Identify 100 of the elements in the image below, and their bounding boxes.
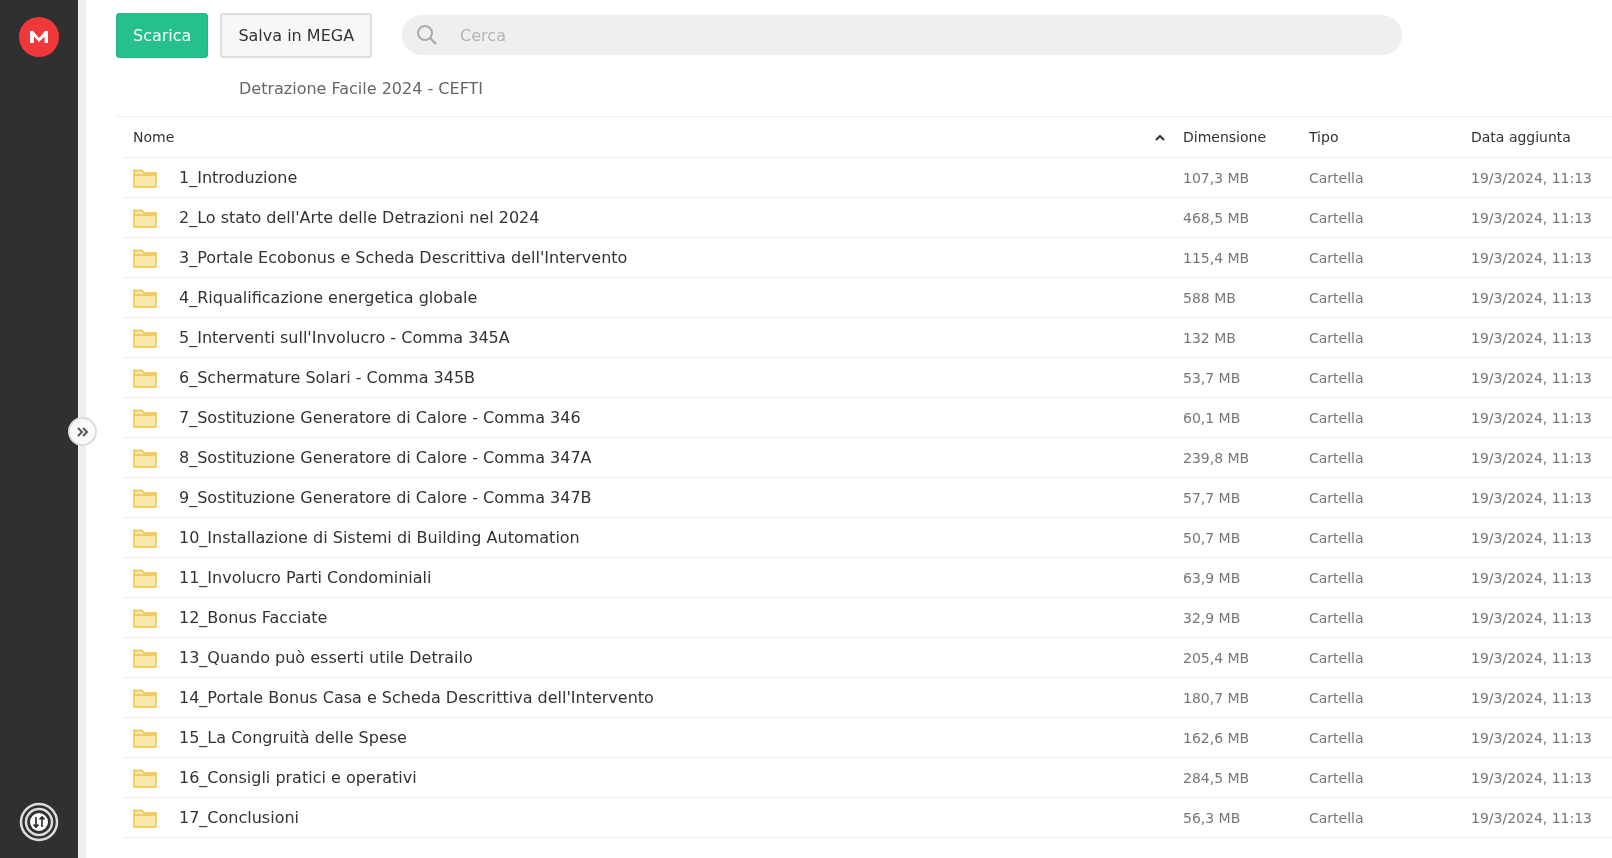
- table-cell: 60,1 MB: [1183, 409, 1241, 426]
- table-cell: 588 MB: [1183, 289, 1236, 306]
- folder-name: 10_Installazione di Sistemi di Building Automation: [179, 528, 580, 547]
- folder-name: 14_Portale Bonus Casa e Scheda Descrittiva dell'Intervento: [179, 688, 654, 707]
- folder-name: 3_Portale Ecobonus e Scheda Descrittiva dell'Intervento: [179, 248, 628, 267]
- folder-name: 4_Riqualificazione energetica globale: [179, 288, 478, 307]
- folder-icon: [133, 327, 157, 348]
- table-cell: 239,8 MB: [1183, 449, 1250, 466]
- table-cell: 19/3/2024, 11:13: [1471, 769, 1593, 786]
- folder-icon: [133, 527, 157, 548]
- table-cell: 63,9 MB: [1183, 569, 1241, 586]
- table-cell: Cartella: [1309, 569, 1364, 586]
- table-cell: 19/3/2024, 11:13: [1471, 569, 1593, 586]
- table-cell: 19/3/2024, 11:13: [1471, 369, 1593, 386]
- folder-name: 5_Interventi sull'Involucro - Comma 345A: [179, 328, 510, 347]
- table-cell: 284,5 MB: [1183, 769, 1250, 786]
- table-cell: Cartella: [1309, 329, 1364, 346]
- column-header[interactable]: Data aggiunta: [1471, 129, 1571, 145]
- folder-name: 16_Consigli pratici e operativi: [179, 768, 417, 787]
- folder-icon: [133, 367, 157, 388]
- folder-name: 7_Sostituzione Generatore di Calore - Comma 346: [179, 408, 581, 427]
- logo-icon[interactable]: [19, 17, 59, 57]
- table-cell: 19/3/2024, 11:13: [1471, 329, 1593, 346]
- folder-name: 15_La Congruità delle Spese: [179, 728, 407, 747]
- folder-row[interactable]: 3_Portale Ecobonus e Scheda Descrittiva dell'Intervento 115,4 MB Cartella 19/3/2024, 11:13: [123, 238, 1612, 278]
- table-cell: Cartella: [1309, 649, 1364, 666]
- column-header[interactable]: Dimensione: [1183, 129, 1267, 145]
- folder-row[interactable]: 2_Lo stato dell'Arte delle Detrazioni nel 2024 468,5 MB Cartella 19/3/2024, 11:13: [123, 198, 1612, 238]
- folder-row[interactable]: 4_Riqualificazione energetica globale 588 MB Cartella 19/3/2024, 11:13: [123, 278, 1612, 318]
- table-cell: 50,7 MB: [1183, 529, 1241, 546]
- save-button[interactable]: Salva in MEGA: [220, 12, 373, 58]
- table-cell: 180,7 MB: [1183, 689, 1250, 706]
- table-cell: 205,4 MB: [1183, 649, 1250, 666]
- folder-name: 1_Introduzione: [179, 168, 298, 187]
- folder-row[interactable]: 6_Schermature Solari - Comma 345B 53,7 MB Cartella 19/3/2024, 11:13: [123, 358, 1612, 398]
- table-cell: Cartella: [1309, 489, 1364, 506]
- table-cell: 162,6 MB: [1183, 729, 1250, 746]
- table-cell: Cartella: [1309, 809, 1364, 826]
- folder-name: 17_Conclusioni: [179, 808, 299, 827]
- table-cell: 32,9 MB: [1183, 609, 1241, 626]
- table-cell: Cartella: [1309, 409, 1364, 426]
- folder-row[interactable]: 1_Introduzione 107,3 MB Cartella 19/3/2024, 11:13: [123, 158, 1612, 198]
- folder-name: 11_Involucro Parti Condominiali: [179, 568, 432, 587]
- folder-row[interactable]: 14_Portale Bonus Casa e Scheda Descrittiva dell'Intervento 180,7 MB Cartella 19/3/2024, 11:13: [123, 678, 1612, 718]
- folder-name: 8_Sostituzione Generatore di Calore - Comma 347A: [179, 448, 592, 467]
- table-cell: 19/3/2024, 11:13: [1471, 529, 1593, 546]
- folder-row[interactable]: 8_Sostituzione Generatore di Calore - Comma 347A 239,8 MB Cartella 19/3/2024, 11:13: [123, 438, 1612, 478]
- table-cell: 19/3/2024, 11:13: [1471, 489, 1593, 506]
- folder-row[interactable]: 7_Sostituzione Generatore di Calore - Comma 346 60,1 MB Cartella 19/3/2024, 11:13: [123, 398, 1612, 438]
- folder-icon: [133, 807, 157, 828]
- folder-name: 6_Schermature Solari - Comma 345B: [179, 368, 476, 387]
- column-header[interactable]: Tipo: [1309, 129, 1339, 145]
- table-cell: Cartella: [1309, 609, 1364, 626]
- folder-name: 12_Bonus Facciate: [179, 608, 328, 627]
- table-cell: 468,5 MB: [1183, 209, 1250, 226]
- table-cell: 19/3/2024, 11:13: [1471, 169, 1593, 186]
- folder-row[interactable]: 13_Quando può esserti utile Detrailo 205,4 MB Cartella 19/3/2024, 11:13: [123, 638, 1612, 678]
- folder-row[interactable]: 11_Involucro Parti Condominiali 63,9 MB Cartella 19/3/2024, 11:13: [123, 558, 1612, 598]
- table-cell: 107,3 MB: [1183, 169, 1250, 186]
- table-cell: Cartella: [1309, 769, 1364, 786]
- folder-icon: [133, 607, 157, 628]
- folder-row[interactable]: 15_La Congruità delle Spese 162,6 MB Cartella 19/3/2024, 11:13: [123, 718, 1612, 758]
- table-cell: Cartella: [1309, 689, 1364, 706]
- folder-icon: [133, 247, 157, 268]
- folder-row[interactable]: 9_Sostituzione Generatore di Calore - Comma 347B 57,7 MB Cartella 19/3/2024, 11:13: [123, 478, 1612, 518]
- table-cell: Cartella: [1309, 729, 1364, 746]
- table-cell: 19/3/2024, 11:13: [1471, 449, 1593, 466]
- folder-icon: [133, 767, 157, 788]
- table-cell: Cartella: [1309, 449, 1364, 466]
- table-cell: Cartella: [1309, 209, 1364, 226]
- table-cell: 19/3/2024, 11:13: [1471, 409, 1593, 426]
- folder-row[interactable]: 16_Consigli pratici e operativi 284,5 MB Cartella 19/3/2024, 11:13: [123, 758, 1612, 798]
- folder-row[interactable]: 10_Installazione di Sistemi di Building Automation 50,7 MB Cartella 19/3/2024, 11:13: [123, 518, 1612, 558]
- table-cell: Cartella: [1309, 169, 1364, 186]
- folder-row[interactable]: 5_Interventi sull'Involucro - Comma 345A 132 MB Cartella 19/3/2024, 11:13: [123, 318, 1612, 358]
- folder-icon: [133, 287, 157, 308]
- folder-icon: [133, 487, 157, 508]
- folder-name: 2_Lo stato dell'Arte delle Detrazioni nel 2024: [179, 208, 540, 227]
- folder-icon: [133, 687, 157, 708]
- table-cell: 19/3/2024, 11:13: [1471, 609, 1593, 626]
- table-cell: 115,4 MB: [1183, 249, 1250, 266]
- folder-icon: [133, 167, 157, 188]
- table-cell: 57,7 MB: [1183, 489, 1241, 506]
- table-cell: 19/3/2024, 11:13: [1471, 689, 1593, 706]
- folder-icon: [133, 447, 157, 468]
- transfer-icon[interactable]: [19, 802, 59, 842]
- folder-icon: [133, 407, 157, 428]
- search-field[interactable]: Cerca: [402, 15, 1403, 55]
- table-cell: Cartella: [1309, 529, 1364, 546]
- table-cell: 19/3/2024, 11:13: [1471, 729, 1593, 746]
- sort-caret-icon[interactable]: [1155, 133, 1165, 141]
- table-cell: 53,7 MB: [1183, 369, 1241, 386]
- table-cell: Cartella: [1309, 249, 1364, 266]
- column-header[interactable]: Nome: [133, 129, 175, 145]
- table-cell: Cartella: [1309, 289, 1364, 306]
- folder-title: Detrazione Facile 2024 - CEFTI: [239, 78, 485, 100]
- folder-row[interactable]: 17_Conclusioni 56,3 MB Cartella 19/3/2024, 11:13: [123, 798, 1612, 838]
- folder-name: 9_Sostituzione Generatore di Calore - Comma 347B: [179, 488, 592, 507]
- folder-row[interactable]: 12_Bonus Facciate 32,9 MB Cartella 19/3/2024, 11:13: [123, 598, 1612, 638]
- table-cell: Cartella: [1309, 369, 1364, 386]
